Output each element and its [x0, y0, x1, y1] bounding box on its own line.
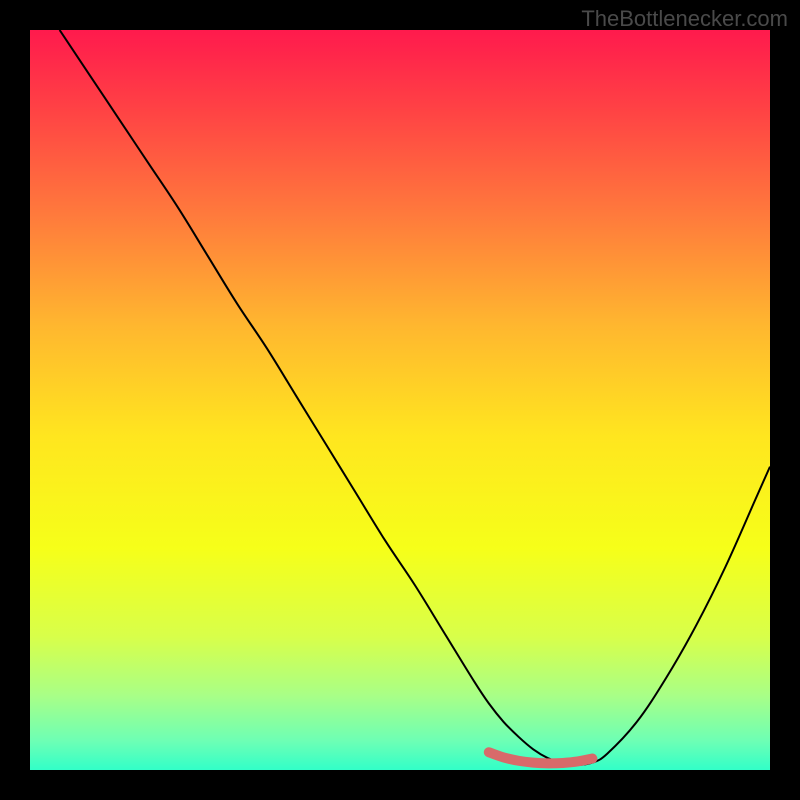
gradient-bg: [30, 30, 770, 770]
plot-area: [30, 30, 770, 770]
watermark-text: TheBottlenecker.com: [581, 6, 788, 32]
chart-container: TheBottlenecker.com: [0, 0, 800, 800]
chart-svg: [30, 30, 770, 770]
